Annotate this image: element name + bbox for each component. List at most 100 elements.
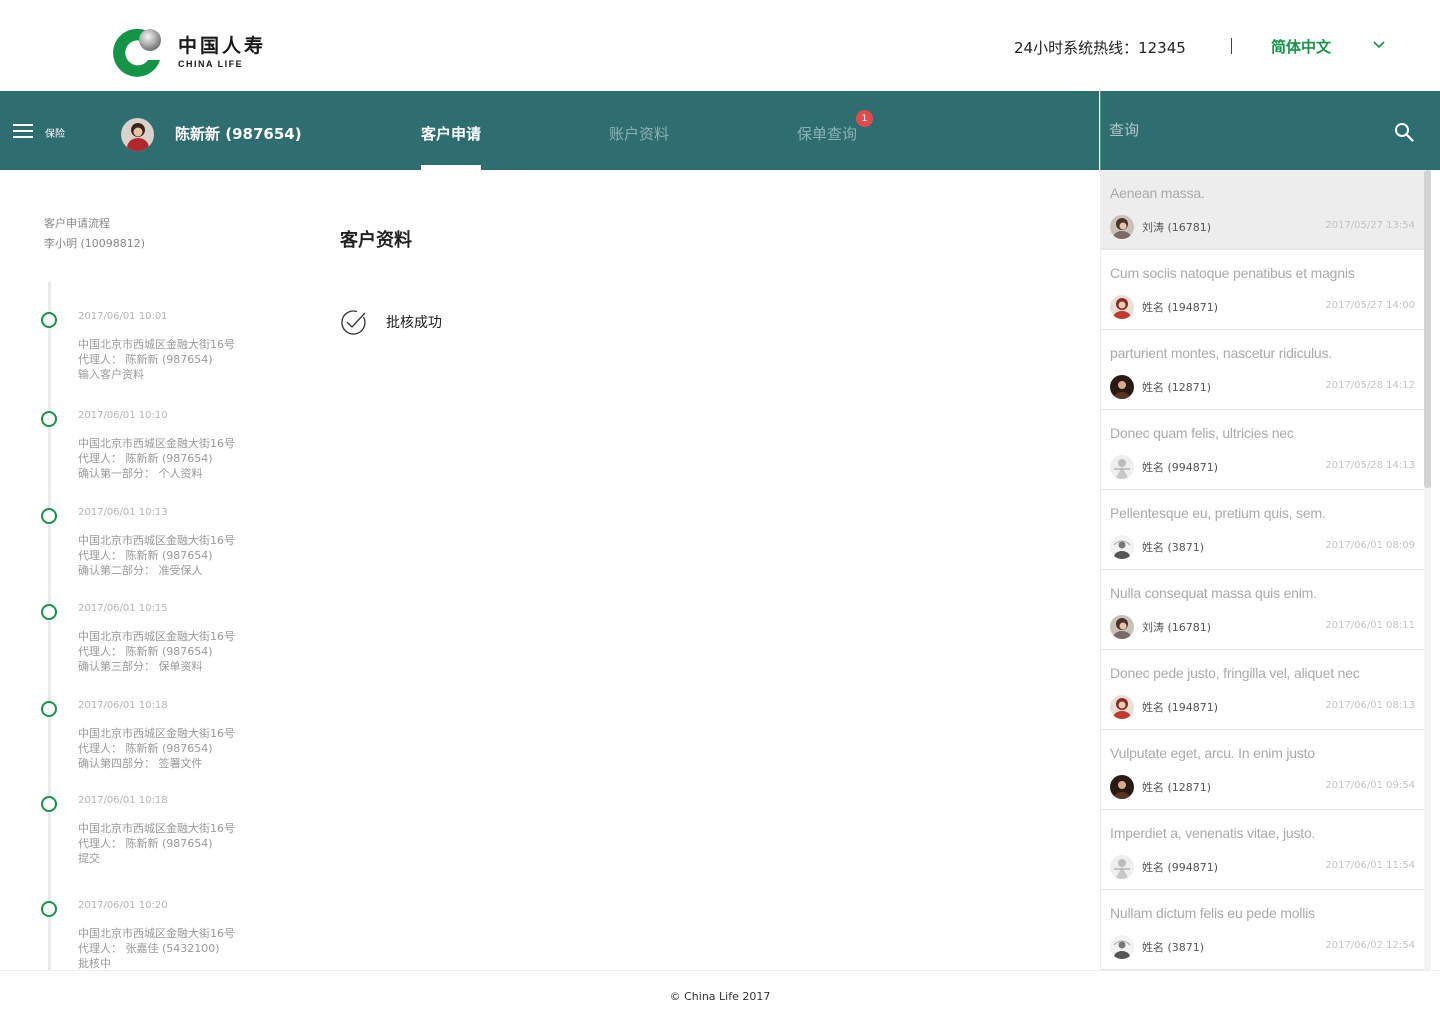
avatar (1110, 455, 1134, 479)
sender-name: 姓名 (12871) (1142, 781, 1212, 794)
step-agent: 代理人： 陈新新 (987654) (78, 742, 213, 755)
active-tab-indicator (421, 165, 481, 170)
timeline-dot-icon (41, 411, 57, 427)
message-list: Aenean massa. 刘涛 (16781) 2017/05/27 13:5… (1100, 170, 1440, 970)
message-time: 2017/06/02 12:54 (1325, 940, 1415, 951)
timeline-dot-icon (41, 508, 57, 524)
step-time: 2017/06/01 10:10 (78, 410, 168, 421)
step-time: 2017/06/01 10:20 (78, 900, 168, 911)
step-agent: 代理人： 陈新新 (987654) (78, 549, 213, 562)
step-time: 2017/06/01 10:18 (78, 795, 168, 806)
avatar (1110, 775, 1134, 799)
search-bar (1100, 91, 1440, 170)
list-item[interactable]: Donec quam felis, ultricies nec 姓名 (9948… (1101, 410, 1425, 490)
approval-status: 批核成功 (386, 315, 442, 331)
message-time: 2017/06/01 08:13 (1325, 700, 1415, 711)
list-item[interactable]: Nullam dictum felis eu pede mollis 姓名 (3… (1101, 890, 1425, 970)
message-time: 2017/06/01 11:54 (1325, 860, 1415, 871)
user-name[interactable]: 陈新新 (987654) (175, 123, 302, 144)
message-title: Vulputate eget, arcu. In enim justo (1110, 745, 1315, 761)
user-avatar-image (121, 118, 154, 151)
step-agent: 代理人： 陈新新 (987654) (78, 353, 213, 366)
avatar (1110, 375, 1134, 399)
message-title: Cum sociis natoque penatibus et magnis (1110, 265, 1355, 281)
step-time: 2017/06/01 10:01 (78, 311, 168, 322)
chevron-down-icon[interactable] (1372, 40, 1386, 50)
tab-policy-query[interactable]: 保单查询 (797, 123, 857, 144)
step-address: 中国北京市西城区金融大街16号 (78, 338, 235, 351)
avatar (1110, 855, 1134, 879)
flow-title: 客户申请流程 (44, 217, 110, 230)
list-item[interactable]: Aenean massa. 刘涛 (16781) 2017/05/27 13:5… (1101, 170, 1425, 250)
menu-label[interactable]: 保险 (45, 125, 65, 140)
sender-name: 姓名 (3871) (1142, 941, 1205, 954)
message-title: parturient montes, nascetur ridiculus. (1110, 345, 1332, 361)
language-selector[interactable]: 简体中文 (1271, 36, 1331, 57)
avatar (1110, 695, 1134, 719)
list-item[interactable]: Vulputate eget, arcu. In enim justo 姓名 (… (1101, 730, 1425, 810)
step-agent: 代理人： 陈新新 (987654) (78, 452, 213, 465)
step-action: 输入客户资料 (78, 368, 144, 381)
scrollbar-thumb[interactable] (1424, 170, 1431, 488)
notification-badge: 1 (856, 110, 873, 127)
tab-account-info[interactable]: 账户资料 (609, 123, 669, 144)
step-action: 批核中 (78, 957, 111, 970)
sender-name: 姓名 (12871) (1142, 381, 1212, 394)
step-address: 中国北京市西城区金融大街16号 (78, 822, 235, 835)
message-title: Imperdiet a, venenatis vitae, justo. (1110, 825, 1316, 841)
list-item[interactable]: parturient montes, nascetur ridiculus. 姓… (1101, 330, 1425, 410)
tab-customer-application[interactable]: 客户申请 (421, 123, 481, 144)
avatar (1110, 535, 1134, 559)
message-time: 2017/05/28 14:13 (1325, 460, 1415, 471)
search-input[interactable] (1109, 121, 1369, 139)
step-action: 确认第二部分： 准受保人 (78, 564, 203, 577)
message-time: 2017/06/01 08:11 (1325, 620, 1415, 631)
logo-text-en: CHINA LIFE (178, 59, 244, 69)
list-item[interactable]: Nulla consequat massa quis enim. 刘涛 (167… (1101, 570, 1425, 650)
timeline-track (48, 282, 51, 970)
message-title: Nullam dictum felis eu pede mollis (1110, 905, 1315, 921)
sender-name: 姓名 (194871) (1142, 701, 1219, 714)
step-action: 确认第四部分： 签署文件 (78, 757, 203, 770)
avatar (1110, 615, 1134, 639)
flow-client: 李小明 (10098812) (44, 237, 146, 250)
avatar (1110, 295, 1134, 319)
list-scrollbar[interactable] (1424, 170, 1431, 970)
message-time: 2017/05/27 13:54 (1325, 220, 1415, 231)
logo-text-cn: 中国人寿 (178, 35, 267, 57)
message-time: 2017/06/01 08:09 (1325, 540, 1415, 551)
footer-copyright: © China Life 2017 (669, 990, 771, 1003)
search-icon[interactable] (1394, 122, 1414, 142)
list-item[interactable]: Pellentesque eu, pretium quis, sem. 姓名 (… (1101, 490, 1425, 570)
hamburger-menu-icon[interactable] (13, 124, 33, 138)
sender-name: 姓名 (994871) (1142, 461, 1219, 474)
step-agent: 代理人： 陈新新 (987654) (78, 837, 213, 850)
china-life-logo[interactable]: 中国人寿 CHINA LIFE (112, 26, 266, 78)
step-address: 中国北京市西城区金融大街16号 (78, 727, 235, 740)
step-action: 提交 (78, 852, 100, 865)
step-address: 中国北京市西城区金融大街16号 (78, 927, 235, 940)
timeline-dot-icon (41, 701, 57, 717)
header-divider (1231, 38, 1232, 54)
step-address: 中国北京市西城区金融大街16号 (78, 630, 235, 643)
step-address: 中国北京市西城区金融大街16号 (78, 437, 235, 450)
main-nav: 保险 陈新新 (987654) 客户申请 账户资料 保单查询 (0, 91, 1099, 170)
list-item[interactable]: Cum sociis natoque penatibus et magnis 姓… (1101, 250, 1425, 330)
message-time: 2017/06/01 09:54 (1325, 780, 1415, 791)
top-header: 中国人寿 CHINA LIFE 24小时系统热线：12345 简体中文 (0, 0, 1440, 91)
footer-divider (0, 970, 1440, 971)
user-avatar[interactable] (121, 118, 154, 151)
step-action: 确认第一部分： 个人资料 (78, 467, 203, 480)
timeline-dot-icon (41, 604, 57, 620)
timeline-dot-icon (41, 796, 57, 812)
avatar (1110, 935, 1134, 959)
message-title: Donec pede justo, fringilla vel, aliquet… (1110, 665, 1360, 681)
check-circle-icon (341, 310, 366, 335)
step-agent: 代理人： 张嘉佳 (5432100) (78, 942, 220, 955)
message-title: Donec quam felis, ultricies nec (1110, 425, 1294, 441)
list-item[interactable]: Imperdiet a, venenatis vitae, justo. 姓名 … (1101, 810, 1425, 890)
list-item[interactable]: Donec pede justo, fringilla vel, aliquet… (1101, 650, 1425, 730)
step-agent: 代理人： 陈新新 (987654) (78, 645, 213, 658)
message-time: 2017/05/28 14:12 (1325, 380, 1415, 391)
sender-name: 刘涛 (16781) (1142, 221, 1212, 234)
